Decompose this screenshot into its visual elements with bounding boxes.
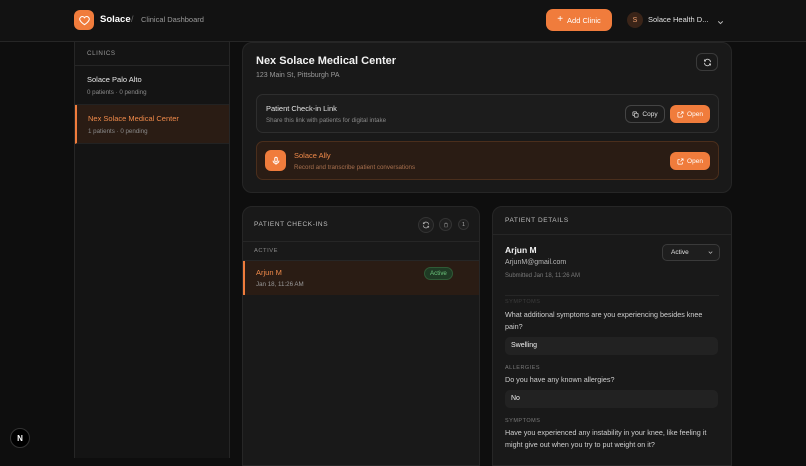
- external-link-icon: [677, 111, 684, 117]
- breadcrumb-separator: /: [131, 14, 134, 24]
- patient-email: ArjunM@gmail.com: [505, 259, 567, 266]
- sidebar-heading: CLINICS: [75, 42, 229, 66]
- status-select[interactable]: Active: [662, 244, 720, 261]
- trash-icon[interactable]: [439, 218, 452, 231]
- status-select-value: Active: [671, 249, 689, 256]
- question-label: ALLERGIES: [505, 365, 541, 371]
- add-clinic-button[interactable]: + Add Clinic: [546, 9, 612, 31]
- clinic-card: Nex Solace Medical Center 123 Main St, P…: [242, 42, 732, 193]
- checkin-time: Jan 18, 11:26 AM: [256, 281, 304, 288]
- copy-label: Copy: [642, 110, 658, 118]
- details-heading: PATIENT DETAILS: [493, 207, 731, 235]
- submitted-time: Submitted Jan 18, 11:26 AM: [505, 273, 580, 279]
- copy-icon: [632, 111, 639, 117]
- breadcrumb: Clinical Dashboard: [141, 15, 204, 24]
- org-switcher[interactable]: Solace Health D...: [648, 15, 708, 24]
- answer-value: Swelling: [505, 337, 718, 355]
- sidebar-item-solace-palo-alto[interactable]: Solace Palo Alto 0 patients · 0 pending: [75, 66, 229, 105]
- checkins-heading: PATIENT CHECK-INS: [254, 221, 329, 228]
- patient-checkins-panel: PATIENT CHECK-INS 1 ACTIVE Arjun M Jan 1…: [242, 206, 480, 466]
- active-section-label: ACTIVE: [243, 241, 479, 261]
- divider: [505, 295, 719, 296]
- question-text: What additional symptoms are you experie…: [505, 310, 703, 331]
- dev-tools-badge[interactable]: N: [10, 428, 30, 448]
- clinics-sidebar: CLINICS Solace Palo Alto 0 patients · 0 …: [74, 42, 230, 458]
- open-label: Open: [687, 157, 703, 165]
- question-label: SYMPTOMS: [505, 299, 541, 305]
- refresh-icon: [422, 221, 430, 229]
- checkin-link-panel: Patient Check-in Link Share this link wi…: [256, 94, 719, 133]
- avatar[interactable]: S: [627, 12, 643, 28]
- status-badge: Active: [424, 267, 453, 280]
- plus-icon: +: [557, 14, 564, 25]
- clinic-name: Nex Solace Medical Center: [88, 114, 179, 123]
- refresh-checkins-button[interactable]: [418, 217, 434, 233]
- checkin-patient-name: Arjun M: [256, 268, 282, 277]
- add-clinic-label: Add Clinic: [567, 15, 601, 25]
- sidebar-item-nex-solace-medical-center[interactable]: Nex Solace Medical Center 1 patients · 0…: [75, 105, 229, 144]
- open-ally-button[interactable]: Open: [670, 152, 710, 170]
- top-bar: Solace / Clinical Dashboard + Add Clinic…: [0, 0, 806, 42]
- answer-value: No: [505, 390, 718, 408]
- clinic-meta: 0 patients · 0 pending: [87, 89, 147, 96]
- checkin-link-title: Patient Check-in Link: [266, 104, 337, 113]
- copy-button[interactable]: Copy: [625, 105, 665, 123]
- open-label: Open: [687, 110, 703, 118]
- chevron-down-icon[interactable]: [716, 14, 725, 32]
- microphone-icon: [265, 150, 286, 171]
- ally-title: Solace Ally: [294, 151, 331, 160]
- question-label: SYMPTOMS: [505, 418, 541, 424]
- clinic-name: Solace Palo Alto: [87, 75, 142, 84]
- checkins-count-badge: 1: [458, 219, 469, 230]
- open-checkin-link-button[interactable]: Open: [670, 105, 710, 123]
- chevron-down-icon: [707, 249, 714, 258]
- external-link-icon: [677, 158, 684, 164]
- question-text: Do you have any known allergies?: [505, 375, 615, 384]
- clinic-title: Nex Solace Medical Center: [256, 55, 397, 67]
- heart-logo-icon[interactable]: [74, 10, 94, 30]
- refresh-button[interactable]: [696, 53, 718, 71]
- clinic-meta: 1 patients · 0 pending: [88, 128, 148, 135]
- patient-details-panel: PATIENT DETAILS Arjun M ArjunM@gmail.com…: [492, 206, 732, 466]
- checkin-list-item[interactable]: Arjun M Jan 18, 11:26 AM Active: [243, 261, 479, 295]
- refresh-icon: [703, 58, 711, 66]
- checkin-link-subtitle: Share this link with patients for digita…: [266, 117, 387, 124]
- patient-name: Arjun M: [505, 245, 537, 255]
- solace-ally-panel: Solace Ally Record and transcribe patien…: [256, 141, 719, 180]
- question-text: Have you experienced any instability in …: [505, 428, 707, 449]
- clinic-address: 123 Main St, Pittsburgh PA: [256, 72, 340, 79]
- ally-subtitle: Record and transcribe patient conversati…: [294, 164, 416, 171]
- brand-name[interactable]: Solace: [100, 14, 131, 25]
